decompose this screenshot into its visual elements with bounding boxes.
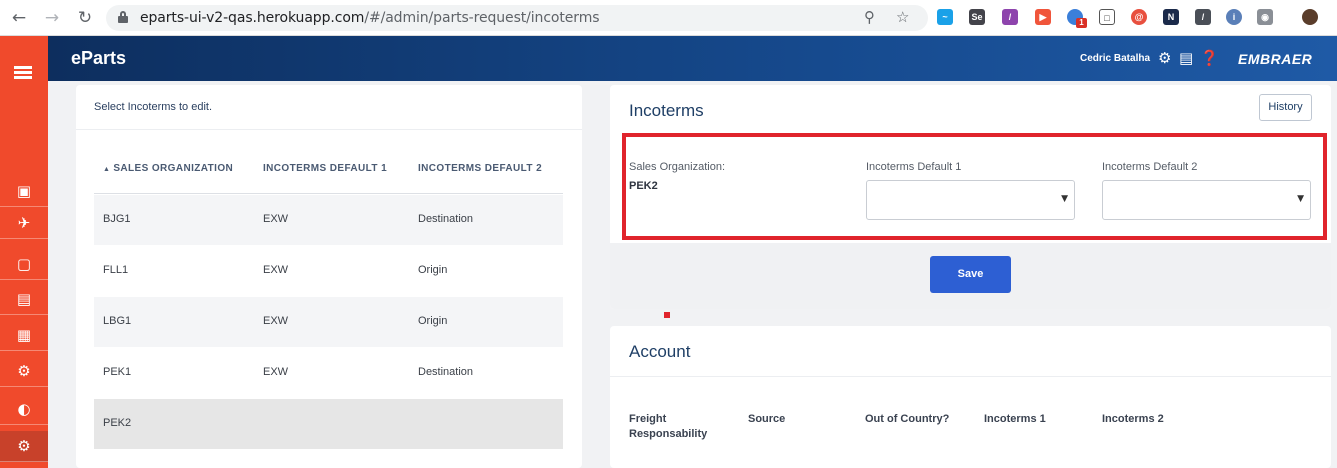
extension-spiral-icon[interactable]: @ [1131,9,1147,25]
column-header-incoterms-2[interactable]: Incoterms 2 [1102,412,1164,427]
user-name[interactable]: Cedric Batalha [1080,53,1150,64]
cell-incoterms-default-1: EXW [263,213,289,225]
forward-arrow-icon[interactable]: → [42,8,62,28]
bookmark-star-icon[interactable]: ☆ [896,8,909,26]
incoterms-list-panel: Select Incoterms to edit. ▲ SALES ORGANIZ… [76,85,582,468]
divider [76,129,582,130]
cell-incoterms-default-1: EXW [263,264,289,276]
column-header-incoterms-default-2[interactable]: INCOTERMS DEFAULT 2 [418,163,542,174]
truck-icon[interactable]: ▣ [0,176,48,207]
cell-sales-organization: LBG1 [103,315,132,327]
hamburger-menu-icon[interactable] [14,66,32,80]
profile-avatar[interactable] [1302,9,1318,25]
cell-incoterms-default-1: EXW [263,366,289,378]
extension-camera-icon[interactable]: ◉ [1257,9,1273,25]
settings-gears-icon[interactable]: ⚙ [0,431,48,462]
extension-circle-icon[interactable]: i [1226,9,1242,25]
address-bar[interactable]: eparts-ui-v2-qas.herokuapp.com/#/admin/p… [106,5,928,31]
save-button[interactable]: Save [930,256,1011,293]
extension-n-icon[interactable]: N [1163,9,1179,25]
list-hint: Select Incoterms to edit. [94,101,212,113]
money-cycle-icon[interactable]: ◐ [0,394,48,425]
help-icon[interactable]: ❓ [1200,49,1219,67]
cell-incoterms-default-2: Destination [418,366,474,378]
cell-incoterms-default-1: EXW [263,315,289,327]
package-return-icon[interactable]: ▦ [0,320,48,351]
panel-title: Account [629,342,691,361]
embraer-logo: EMBRAER [1238,51,1313,67]
history-button[interactable]: History [1259,94,1312,121]
account-panel: Account Freight Responsability Source Out… [610,326,1331,468]
column-header-freight-responsability[interactable]: Freight Responsability [629,412,707,442]
panel-title: Incoterms [629,101,704,120]
extension-globe-icon[interactable]: 1 [1067,9,1087,28]
app-brand[interactable]: eParts [71,48,126,69]
cell-sales-organization: FLL1 [103,264,129,276]
url-path: /#/admin/parts-request/incoterms [364,10,600,26]
document-icon[interactable]: ▤ [0,284,48,315]
table-row[interactable]: PEK1 EXW Destination [94,348,563,398]
extension-eyedropper-icon[interactable]: / [1195,9,1211,25]
cell-incoterms-default-2: Origin [418,264,448,276]
extension-wave-icon[interactable]: ~ [937,9,953,25]
back-arrow-icon[interactable]: ← [9,8,29,28]
table-row[interactable]: LBG1 EXW Origin [94,297,563,347]
column-header-incoterms-1[interactable]: Incoterms 1 [984,412,1046,427]
table-row-selected[interactable]: PEK2 [94,399,563,449]
cell-sales-organization: BJG1 [103,213,131,225]
gears-exchange-icon[interactable]: ⚙ [0,356,48,387]
cell-sales-organization: PEK2 [103,417,132,429]
highlight-box [622,133,1327,240]
zoom-icon[interactable]: ⚲ [864,8,875,26]
document-icon[interactable]: ▤ [1179,49,1193,67]
url-text[interactable]: eparts-ui-v2-qas.herokuapp.com/#/admin/p… [140,10,600,26]
browser-toolbar: ← → ↻ eparts-ui-v2-qas.herokuapp.com/#/a… [0,0,1337,36]
extension-badge: 1 [1076,18,1087,28]
column-header-out-of-country[interactable]: Out of Country? [865,412,949,427]
app-header: eParts Cedric Batalha ⚙ ▤ ❓ EMBRAER [48,36,1337,81]
cart-icon[interactable]: ▢ [0,249,48,280]
extension-selenium-icon[interactable]: Se [969,9,985,25]
side-rail: ▣ ✈ ▢ ▤ ▦ ⚙ ◐ ⚙ [0,36,48,468]
url-host: eparts-ui-v2-qas.herokuapp.com [140,10,365,26]
cell-incoterms-default-2: Origin [418,315,448,327]
extension-feather-icon[interactable]: / [1002,9,1018,25]
divider [610,376,1331,377]
column-header-source[interactable]: Source [748,412,785,427]
cell-sales-organization: PEK1 [103,366,132,378]
column-header-line: Freight [629,413,667,425]
divider [94,193,563,194]
airplane-icon[interactable]: ✈ [0,208,48,239]
extension-record-icon[interactable]: ▶ [1035,9,1051,25]
page-scrollbar[interactable] [1331,81,1337,468]
extension-screenshot-icon[interactable]: □ [1099,9,1115,25]
red-marker [664,312,670,318]
column-header-line: Responsability [629,428,708,440]
reload-icon[interactable]: ↻ [75,8,95,28]
gear-icon[interactable]: ⚙ [1158,49,1171,67]
table-row[interactable]: BJG1 EXW Destination [94,195,563,245]
sort-asc-icon: ▲ [103,166,111,173]
cell-incoterms-default-2: Destination [418,213,474,225]
column-header-label: SALES ORGANIZATION [113,163,234,174]
incoterms-edit-panel: Incoterms History Sales Organization: PE… [610,85,1331,309]
table-row[interactable]: FLL1 EXW Origin [94,246,563,296]
column-header-incoterms-default-1[interactable]: INCOTERMS DEFAULT 1 [263,163,387,174]
lock-icon [118,11,128,23]
column-header-sales-organization[interactable]: ▲ SALES ORGANIZATION [103,163,233,174]
